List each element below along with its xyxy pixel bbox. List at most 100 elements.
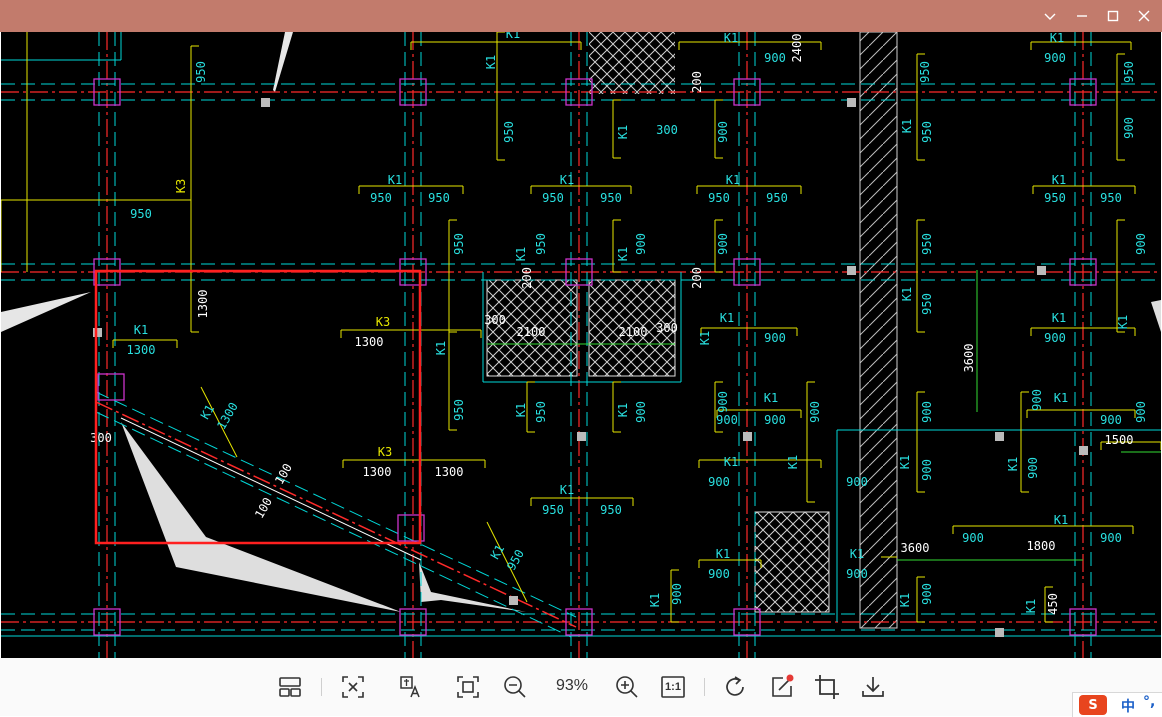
dimension-label: 950 (130, 207, 152, 221)
dimension-label: 900 (920, 583, 934, 605)
toolbar-divider (321, 678, 322, 696)
dimension-label: 900 (1044, 51, 1066, 65)
dimension-label: 200 (520, 267, 534, 289)
dimension-label: K1 (1050, 32, 1064, 45)
dimension-label: 1300 (127, 343, 156, 357)
actual-size-button[interactable]: 1:1 (657, 671, 689, 703)
dimension-label: 900 (920, 401, 934, 423)
hatched-wall (859, 32, 898, 629)
dimension-label: 950 (1122, 61, 1136, 83)
node-marker (995, 432, 1004, 441)
ime-status-bar[interactable]: S 中 °, (1072, 692, 1162, 717)
dimension-label: 100 (272, 461, 295, 487)
image-viewer-canvas[interactable]: K1 K1 K1 900 900 950 K1 2400 950 950 200 950 K1 300 90… (1, 32, 1161, 658)
dimension-label: 200 (690, 267, 704, 289)
maximize-button[interactable] (1097, 0, 1129, 32)
dimension-label: K1 (388, 173, 402, 187)
dimension-label: 900 (962, 531, 984, 545)
dimension-label: K1 (1052, 311, 1066, 325)
dimension-label: 2100 (517, 325, 546, 339)
chevron-down-button[interactable] (1034, 0, 1066, 32)
crop-icon (815, 675, 839, 699)
dimension-label: K1 (786, 455, 800, 469)
close-button[interactable] (1128, 0, 1160, 32)
dimension-label: 900 (764, 331, 786, 345)
dimension-label: 900 (634, 401, 648, 423)
dimension-label: 900 (808, 401, 822, 423)
minimize-button[interactable] (1066, 0, 1098, 32)
fit-screen-icon (457, 676, 479, 698)
dimension-label: 900 (1134, 401, 1148, 423)
dimension-label: K1 (1054, 513, 1068, 527)
dimension-label: 200 (690, 71, 704, 93)
dimension-label: K1 (900, 287, 914, 301)
dimension-label: K1 (900, 119, 914, 133)
dimension-label: 900 (1100, 413, 1122, 427)
dimension-label: K1 (560, 173, 574, 187)
dimension-label: K1 (506, 32, 520, 41)
dimension-label: 950 (370, 191, 392, 205)
dimension-label: 1300 (355, 335, 384, 349)
dimension-label: K1 (484, 55, 498, 69)
dimension-label: 950 (542, 191, 564, 205)
dimension-label: K1 (648, 593, 662, 607)
fit-window-button[interactable] (452, 671, 484, 703)
rotate-button[interactable] (719, 671, 751, 703)
dimension-label: K1 (726, 173, 740, 187)
dimension-label: 900 (716, 413, 738, 427)
dimension-label: K1 (616, 247, 630, 261)
node-marker (847, 266, 856, 275)
dimension-label: 950 (1100, 191, 1122, 205)
dimension-label: K1 (560, 483, 574, 497)
translate-icon (400, 676, 420, 698)
dimension-label: K1 (850, 547, 864, 561)
dimension-label: 950 (918, 61, 932, 83)
dimension-label: K1 (616, 125, 630, 139)
dimension-label: 300 (656, 123, 678, 137)
dimension-label: 900 (1026, 457, 1040, 479)
translate-button[interactable] (395, 671, 427, 703)
zoom-out-button[interactable] (499, 671, 531, 703)
rotate-icon (726, 676, 744, 696)
crop-button[interactable] (811, 671, 843, 703)
node-marker (93, 328, 102, 337)
dimension-label: K3 (376, 315, 390, 329)
dimension-label: K1 (716, 547, 730, 561)
dimension-label: 950 (534, 233, 548, 255)
thumbnail-layout-button[interactable] (274, 671, 306, 703)
dimension-label: 300 (656, 321, 678, 335)
dimension-label: 900 (634, 233, 648, 255)
dimension-label: 900 (1044, 331, 1066, 345)
edit-icon (772, 674, 794, 697)
zoom-level: 93% (555, 677, 589, 694)
dimension-label: K1 (488, 542, 507, 562)
dimension-label: 950 (600, 503, 622, 517)
section-wedge (1151, 300, 1161, 332)
dimension-label: K3 (378, 445, 392, 459)
close-icon (1138, 10, 1150, 22)
maximize-icon (1107, 10, 1119, 22)
dimension-label: 900 (846, 475, 868, 489)
dimension-label: 950 (504, 547, 527, 573)
hatched-opening (754, 511, 830, 613)
edit-button[interactable] (766, 671, 798, 703)
dimension-label: 950 (920, 233, 934, 255)
dimension-label: 300 (90, 431, 112, 445)
dimension-label: 900 (764, 413, 786, 427)
dimension-label: 950 (920, 293, 934, 315)
download-button[interactable] (857, 671, 889, 703)
node-marker (261, 98, 270, 107)
dimension-label: 1300 (363, 465, 392, 479)
dimension-label: 1500 (1105, 433, 1134, 447)
dimension-label: K1 (720, 311, 734, 325)
dimension-label: K1 (616, 403, 630, 417)
dimension-label: 900 (846, 567, 868, 581)
dimension-label: 950 (534, 401, 548, 423)
ocr-extract-button[interactable] (337, 671, 369, 703)
node-marker (743, 432, 752, 441)
zoom-in-button[interactable] (611, 671, 643, 703)
zoom-in-icon (616, 676, 638, 698)
dimension-label: 2400 (790, 34, 804, 63)
sogou-logo-icon: S (1079, 695, 1107, 715)
dimension-label: K1 (898, 593, 912, 607)
